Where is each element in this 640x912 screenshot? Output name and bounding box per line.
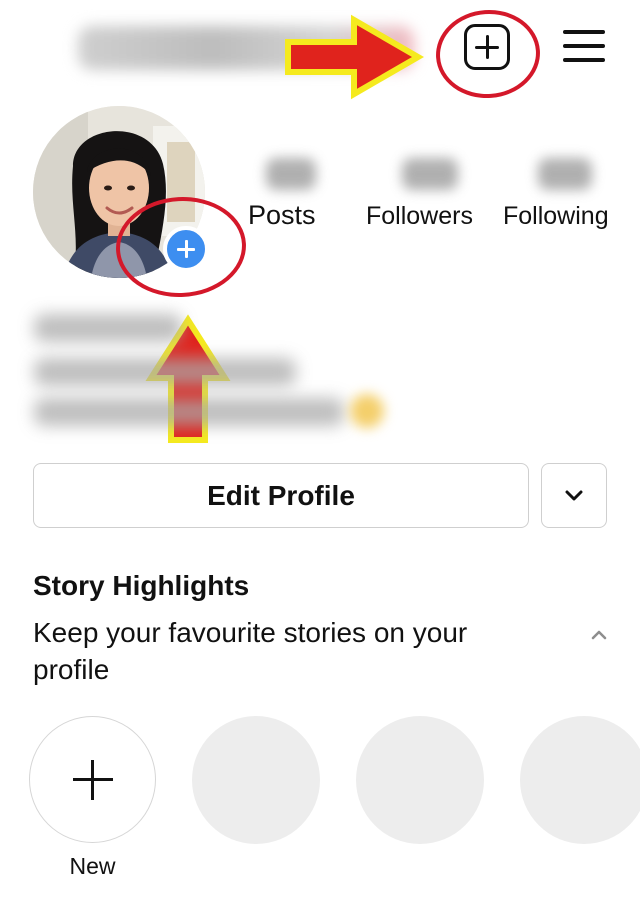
- display-name: [34, 314, 182, 342]
- new-highlight-label: New: [69, 853, 116, 879]
- chevron-up-icon: [591, 630, 607, 639]
- story-highlights-subtitle: Keep your favourite stories on your prof…: [33, 617, 468, 685]
- annotation-arrow-right: [285, 14, 424, 100]
- chevron-down-icon: [565, 490, 583, 500]
- stat-posts[interactable]: Posts: [244, 156, 334, 236]
- collapse-highlights-button[interactable]: [586, 624, 612, 644]
- highlight-placeholder: [520, 716, 640, 844]
- posts-label: Posts: [248, 200, 316, 230]
- new-highlight-button[interactable]: [29, 716, 156, 843]
- following-count: [538, 158, 592, 190]
- highlight-placeholder: [356, 716, 484, 844]
- menu-line: [563, 58, 605, 62]
- following-label: Following: [503, 202, 609, 230]
- followers-label: Followers: [366, 202, 473, 230]
- menu-line: [563, 44, 605, 48]
- stat-followers[interactable]: Followers: [362, 156, 490, 236]
- posts-count: [266, 158, 316, 190]
- stat-following[interactable]: Following: [500, 156, 630, 236]
- story-highlights-title: Story Highlights: [33, 570, 250, 601]
- plus-icon: [72, 759, 113, 800]
- annotation-ring-create: [433, 6, 543, 102]
- edit-profile-button[interactable]: Edit Profile: [33, 463, 529, 528]
- bio-line: [34, 358, 296, 386]
- menu-line: [563, 30, 605, 34]
- bio-emoji: [350, 394, 384, 428]
- highlight-placeholder: [192, 716, 320, 844]
- suggested-accounts-button[interactable]: [541, 463, 607, 528]
- bio-line: [34, 398, 344, 426]
- menu-button[interactable]: [563, 28, 605, 64]
- followers-count: [402, 158, 458, 190]
